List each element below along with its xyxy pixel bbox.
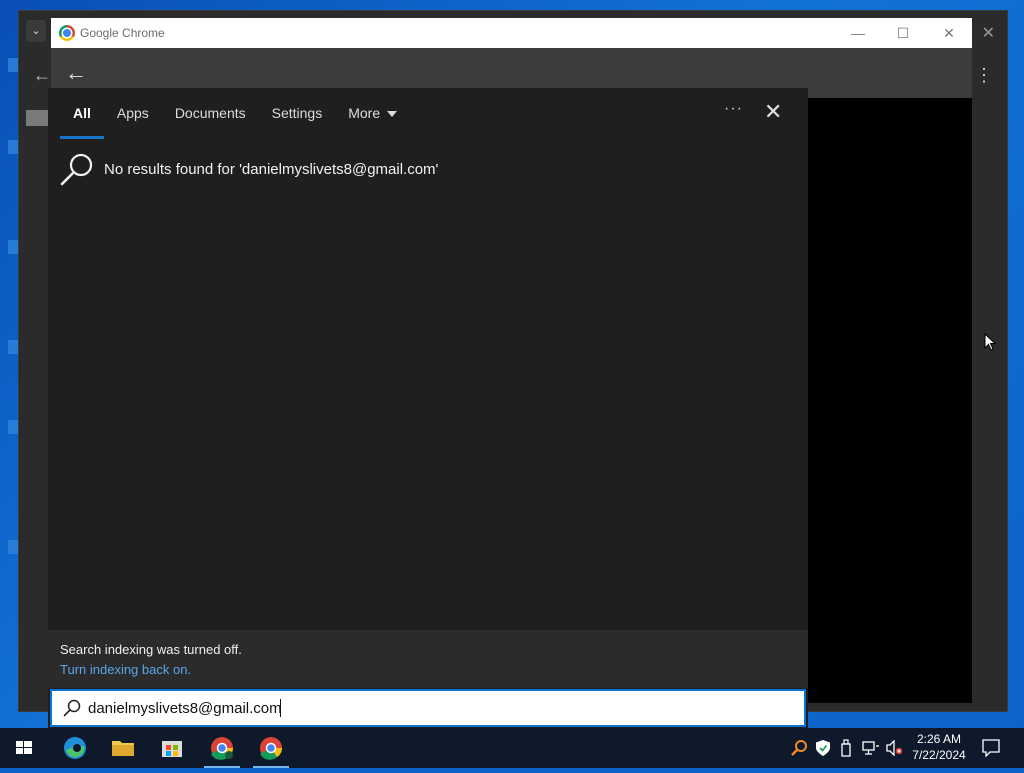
taskbar-chrome[interactable] — [247, 728, 295, 768]
desktop-icon[interactable] — [8, 540, 18, 554]
volume-muted-icon[interactable] — [885, 740, 903, 756]
start-button[interactable] — [0, 728, 48, 768]
windows-search-panel: All Apps Documents Settings More ··· ✕ N… — [48, 88, 808, 728]
tab-label: All — [73, 105, 91, 121]
taskbar: 2:26 AM 7/22/2024 — [0, 728, 1024, 768]
mouse-pointer-icon — [984, 333, 996, 351]
store-icon — [162, 741, 182, 757]
taskbar-file-explorer[interactable] — [99, 728, 147, 768]
close-icon[interactable]: ✕ — [764, 100, 782, 124]
indexing-off-message: Search indexing was turned off. — [60, 642, 242, 657]
more-options-icon[interactable]: ··· — [724, 100, 743, 118]
back-arrow-icon[interactable]: ← — [33, 65, 51, 86]
search-tool-icon[interactable] — [790, 739, 808, 757]
search-tabs: All Apps Documents Settings More — [60, 88, 410, 139]
notifications-icon[interactable] — [982, 739, 1000, 757]
turn-indexing-on-link[interactable]: Turn indexing back on. — [60, 662, 191, 677]
clock-date: 7/22/2024 — [912, 748, 966, 762]
tab-all[interactable]: All — [60, 88, 104, 139]
no-results-message: No results found for 'danielmyslivets8@g… — [104, 160, 439, 178]
desktop-icon[interactable] — [8, 140, 18, 154]
system-clock[interactable]: 2:26 AM 7/22/2024 — [907, 731, 971, 763]
back-arrow-icon[interactable]: ← — [65, 60, 87, 86]
desktop-icon[interactable] — [8, 58, 18, 72]
tab-documents[interactable]: Documents — [162, 88, 259, 138]
page-content-area — [808, 98, 972, 703]
desktop-icon[interactable] — [8, 240, 18, 254]
search-input[interactable] — [88, 697, 688, 719]
tab-more[interactable]: More — [335, 88, 410, 138]
search-icon — [63, 699, 81, 717]
indexing-notice: Search indexing was turned off. Turn ind… — [48, 630, 808, 688]
minimize-button[interactable]: — — [844, 22, 872, 44]
tab-label: Settings — [271, 105, 323, 121]
chrome-icon — [211, 737, 233, 760]
chrome-icon — [260, 737, 282, 760]
tab-settings[interactable]: Settings — [259, 88, 336, 138]
network-icon[interactable] — [862, 740, 880, 756]
close-icon[interactable]: ✕ — [982, 23, 995, 43]
tab-label: Documents — [174, 105, 246, 121]
tab-search-button[interactable]: ⌄ — [26, 20, 46, 42]
search-icon — [60, 153, 93, 186]
taskbar-edge[interactable] — [51, 728, 99, 768]
edge-icon — [64, 737, 86, 759]
clock-time: 2:26 AM — [916, 732, 962, 746]
window-title: Google Chrome — [80, 26, 165, 40]
desktop-icon[interactable] — [8, 340, 18, 354]
windows-logo-icon — [16, 741, 32, 754]
tab-label: More — [348, 105, 381, 121]
taskbar-store[interactable] — [148, 728, 196, 768]
kebab-menu-icon[interactable]: ⋮ — [975, 66, 993, 84]
folder-icon — [112, 741, 134, 756]
chrome-logo-icon — [59, 25, 75, 41]
chevron-down-icon — [387, 111, 398, 118]
text-cursor — [280, 699, 281, 717]
partial-page-text — [26, 110, 48, 126]
tab-apps[interactable]: Apps — [104, 88, 162, 138]
search-box[interactable] — [50, 689, 806, 727]
chrome-title-bar[interactable]: Google Chrome — ☐ ✕ — [51, 18, 972, 48]
usb-device-icon[interactable] — [840, 739, 852, 757]
close-button[interactable]: ✕ — [935, 22, 963, 44]
tab-label: Apps — [116, 105, 149, 121]
desktop-icon[interactable] — [8, 420, 18, 434]
maximize-button[interactable]: ☐ — [889, 22, 917, 44]
taskbar-chrome-profile[interactable] — [198, 728, 246, 768]
no-results-row: No results found for 'danielmyslivets8@g… — [60, 152, 438, 186]
security-shield-icon[interactable] — [815, 739, 831, 757]
